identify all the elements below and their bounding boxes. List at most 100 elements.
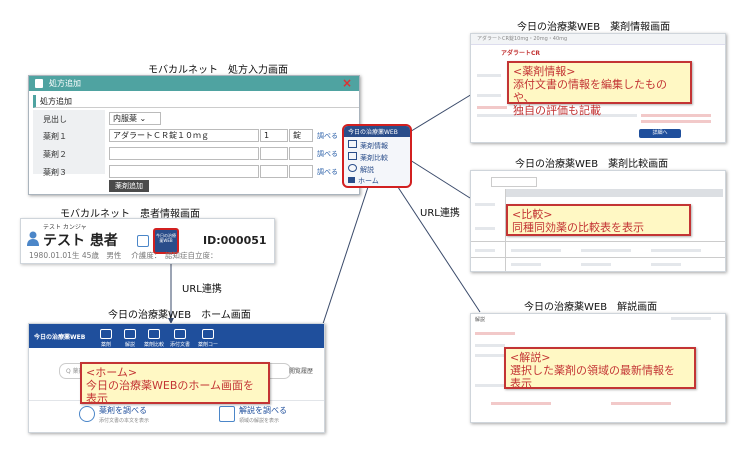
callout-drug-info-title: <薬剤情報>: [513, 65, 576, 78]
drug2-unit-select[interactable]: [289, 147, 313, 160]
card-search-drugs[interactable]: 薬剤を調べる 添付文書の本文を表示: [79, 404, 189, 428]
drug2-name-input[interactable]: [109, 147, 259, 160]
compare-table-hline: [471, 257, 725, 258]
drug-web-link-label: 今日の治療薬WEB: [156, 233, 176, 243]
placeholder-line: [671, 317, 711, 320]
callout-explanation-line1: 選択した薬剤の領域の最新情報を: [510, 364, 675, 377]
popup-item-home[interactable]: ホーム: [348, 176, 379, 186]
prescription-titlebar: 処方追加 ×: [29, 76, 359, 91]
home-logo[interactable]: 今日の治療薬WEB: [34, 332, 85, 341]
nav-explanation[interactable]: 解説: [119, 329, 141, 348]
callout-drug-info: <薬剤情報> 添付文書の情報を編集したものや、 独自の評価も記載: [507, 61, 692, 117]
compare-icon: [348, 152, 357, 160]
compare-icon: [148, 329, 160, 339]
close-icon[interactable]: ×: [342, 76, 352, 90]
row-label-drug2: 薬剤２: [43, 150, 67, 159]
explanation-icon: [348, 164, 357, 172]
nav-label: 薬剤比較: [143, 342, 164, 348]
popup-item-explanation[interactable]: 解説: [348, 164, 374, 174]
compare-table-hline: [471, 241, 725, 242]
placeholder-line: [611, 402, 671, 405]
prescription-screen-label: モバカルネット 処方入力画面: [148, 65, 288, 76]
placeholder-line: [475, 203, 495, 206]
placeholder-line: [475, 344, 505, 347]
drug2-lookup-link[interactable]: 調べる: [317, 149, 338, 159]
patient-id: ID:000051: [203, 234, 267, 247]
placeholder-line: [641, 120, 711, 123]
add-drug-button[interactable]: 薬剤追加: [109, 180, 149, 192]
drug-info-topbar: アダラートCR錠10mg・20mg・40mg: [471, 34, 725, 45]
explanation-screen-label: 今日の治療薬WEB 解説画面: [524, 302, 658, 313]
placeholder-line: [651, 263, 681, 266]
card1-subtitle: 添付文書の本文を表示: [99, 418, 150, 424]
medicine-type-select[interactable]: 内服薬 ⌄: [109, 112, 161, 125]
drug2-qty-input[interactable]: [260, 147, 288, 160]
drug3-lookup-link[interactable]: 調べる: [317, 167, 338, 177]
nav-label: 添付文書: [169, 342, 190, 348]
explanation-title: 解説: [475, 317, 486, 323]
placeholder-line: [477, 94, 501, 97]
patient-name: テスト 患者: [43, 233, 118, 249]
drug-info-icon: [348, 140, 357, 148]
book-icon: [219, 406, 235, 422]
nav-compare[interactable]: 薬剤比較: [143, 329, 165, 348]
row-label-drug3: 薬剤３: [43, 168, 67, 177]
popup-item-drug-info[interactable]: 薬剤情報: [348, 140, 388, 150]
placeholder-line: [477, 106, 507, 109]
drug-info-header-text: アダラートCR錠10mg・20mg・40mg: [477, 36, 568, 42]
popup-item-label: 薬剤情報: [360, 142, 388, 150]
nav-package-insert[interactable]: 添付文書: [169, 329, 191, 348]
placeholder-line: [651, 249, 701, 252]
card2-subtitle: 領域の解説を表示: [239, 418, 280, 424]
nav-label: 薬剤: [100, 342, 111, 348]
history-link[interactable]: 閲覧履歴: [289, 366, 313, 375]
connector-to-explanation: [391, 177, 481, 313]
section-title-bar: 処方追加: [33, 95, 359, 108]
drug-info-detail-button[interactable]: 詳細へ: [639, 129, 681, 138]
prescription-window: 処方追加 × 処方追加 見出し 内服薬 ⌄ 薬剤１ アダラートＣＲ錠１０ｍｇ 1…: [28, 75, 360, 195]
drug3-name-input[interactable]: [109, 165, 259, 178]
placeholder-line: [475, 332, 515, 335]
drug1-name-input[interactable]: アダラートＣＲ錠１０ｍｇ: [109, 129, 259, 142]
drug-info-screen-label: 今日の治療薬WEB 薬剤情報画面: [517, 22, 671, 33]
callout-home-line2: 表示: [86, 392, 108, 405]
patient-demographics: 1980.01.01生 45歳 男性 介護度： 認知症自立度：: [29, 251, 218, 260]
drug3-qty-input[interactable]: [260, 165, 288, 178]
placeholder-line: [511, 263, 541, 266]
callout-explanation: <解説> 選択した薬剤の領域の最新情報を 表示: [504, 347, 696, 390]
url-link-label-mid: URL連携: [182, 284, 222, 295]
person-icon: [27, 231, 39, 246]
home-icon: [348, 177, 355, 183]
nav-drugs[interactable]: 薬剤: [95, 329, 117, 348]
nav-drug-code[interactable]: 薬剤コード: [197, 329, 219, 355]
card2-title: 解説を調べる: [239, 406, 287, 415]
drug1-qty-input[interactable]: 1: [260, 129, 288, 142]
window-title: 処方追加: [49, 79, 81, 88]
popup-item-drug-compare[interactable]: 薬剤比較: [348, 152, 388, 162]
callout-home-title: <ホーム>: [86, 366, 138, 379]
nav-label: 薬剤コード: [197, 342, 218, 355]
popup-title-bar: 今日の治療薬WEB: [344, 126, 410, 137]
callout-compare: <比較> 同種同効薬の比較表を表示: [506, 204, 691, 236]
popup-item-label: 解説: [360, 166, 374, 174]
placeholder-line: [581, 249, 631, 252]
pill-icon: [79, 406, 95, 422]
compare-search-box[interactable]: [491, 177, 537, 187]
callout-drug-info-line1: 添付文書の情報を編集したものや、: [513, 78, 667, 104]
drug1-unit-select[interactable]: 錠: [289, 129, 313, 142]
card-search-explanations[interactable]: 解説を調べる 領域の解説を表示: [219, 404, 319, 428]
drug-web-popup-menu: 今日の治療薬WEB 薬剤情報 薬剤比較 解説 ホーム: [342, 124, 412, 188]
drug-name: アダラートCR: [501, 50, 541, 57]
nav-label: 解説: [124, 342, 135, 348]
callout-drug-info-line2: 独自の評価も記載: [513, 104, 601, 117]
patient-info-window: テスト カンジャ テスト 患者 今日の治療薬WEB ID:000051 1980…: [20, 218, 275, 264]
callout-home-line1: 今日の治療薬WEBのホーム画面を: [86, 379, 255, 392]
patient-card-icon[interactable]: [137, 235, 149, 247]
drug1-lookup-link[interactable]: 調べる: [317, 131, 338, 141]
popup-item-label: 薬剤比較: [360, 154, 388, 162]
url-link-label-top: URL連携: [420, 208, 460, 219]
callout-explanation-line2: 表示: [510, 377, 532, 390]
drug3-unit-select[interactable]: [289, 165, 313, 178]
popup-title: 今日の治療薬WEB: [348, 129, 398, 136]
pill-icon: [100, 329, 112, 339]
